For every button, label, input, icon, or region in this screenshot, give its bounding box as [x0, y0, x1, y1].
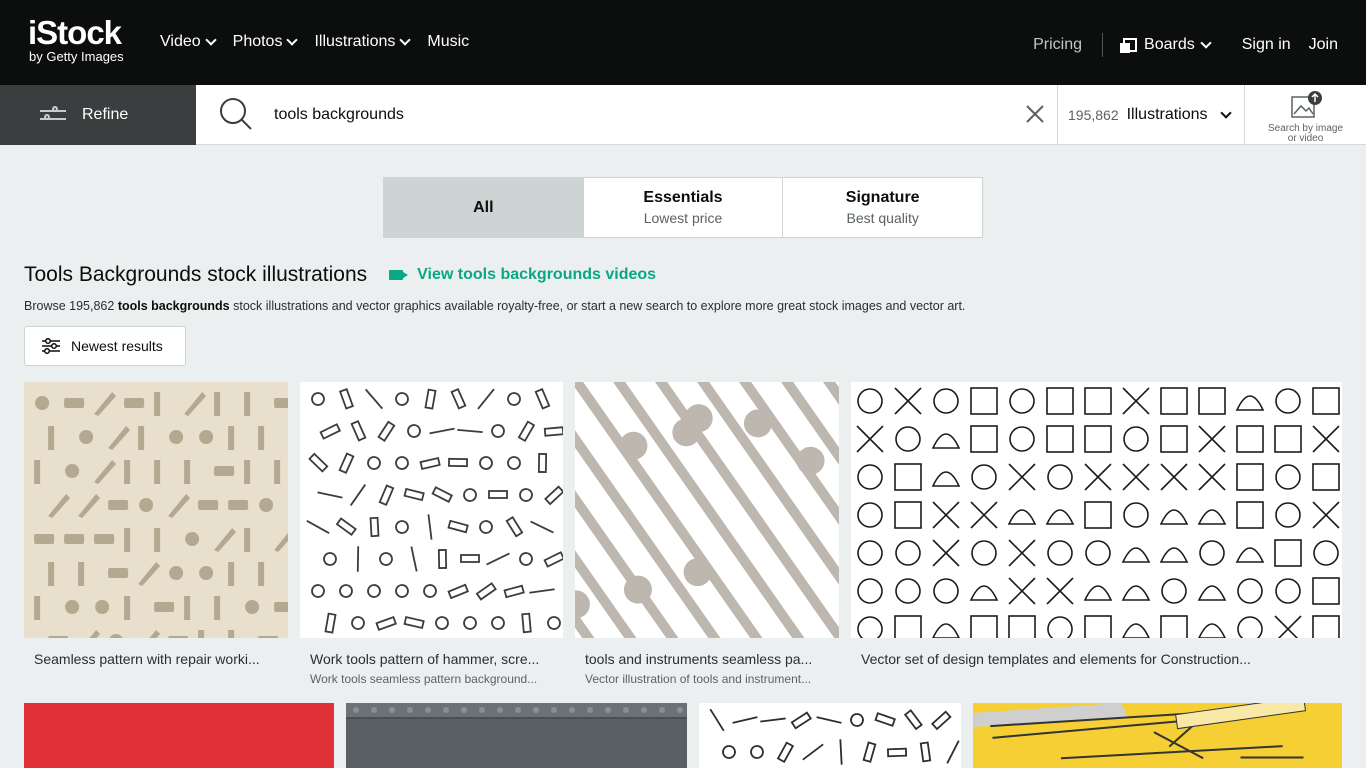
logo-byline: by Getty Images [29, 49, 124, 64]
results-description: Browse 195,862 tools backgrounds stock i… [24, 299, 965, 313]
nav-music-label: Music [427, 33, 470, 50]
view-videos-link[interactable]: View tools backgrounds videos [389, 266, 656, 284]
sign-in-link[interactable]: Sign in [1242, 36, 1291, 54]
search-icon[interactable] [218, 96, 254, 132]
image-result[interactable] [24, 382, 288, 638]
nav-photos-label: Photos [232, 33, 283, 50]
pattern-artwork [973, 703, 1307, 760]
image-result[interactable] [575, 382, 839, 638]
asset-type-select[interactable]: 195,862 Illustrations [1057, 85, 1244, 145]
view-videos-label: View tools backgrounds videos [417, 266, 657, 283]
pattern-artwork [24, 703, 334, 768]
desc-text-rest: stock illustrations and vector graphics … [229, 299, 966, 313]
pricing-link[interactable]: Pricing [1033, 36, 1082, 54]
tab-signature-title: Signature [845, 189, 920, 206]
video-camera-icon [389, 270, 409, 280]
tab-essentials-title: Essentials [643, 189, 723, 206]
boards-menu[interactable]: Boards [1120, 36, 1212, 54]
tab-all-title: All [473, 198, 494, 216]
chevron-down-icon [399, 34, 412, 46]
page-title: Tools Backgrounds stock illustrations [24, 263, 368, 286]
image-result[interactable] [699, 703, 961, 768]
tab-essentials[interactable]: Essentials Lowest price [584, 178, 784, 237]
pattern-artwork [34, 392, 288, 638]
tab-essentials-subtitle: Lowest price [643, 210, 723, 226]
image-caption[interactable]: Vector set of design templates and eleme… [861, 651, 1336, 667]
desc-text: Browse 195,862 [24, 299, 118, 313]
search-by-image-label-2: or video [1287, 133, 1324, 144]
image-subcaption: Work tools seamless pattern background..… [310, 672, 538, 686]
nav-illustrations[interactable]: Illustrations [314, 33, 412, 51]
istock-logo[interactable]: iStock by Getty Images [28, 16, 124, 64]
nav-photos[interactable]: Photos [232, 33, 299, 51]
search-bar: Refine 195,862 Illustrations Search by i… [0, 85, 1366, 145]
tab-all[interactable]: All [384, 178, 584, 237]
result-count: 195,862 [1068, 107, 1119, 123]
image-caption[interactable]: Work tools pattern of hammer, scre... [310, 651, 560, 667]
image-caption[interactable]: Seamless pattern with repair worki... [34, 651, 284, 667]
tab-signature-subtitle: Best quality [846, 210, 919, 226]
image-upload-icon [1290, 91, 1322, 118]
clear-search-icon[interactable] [1024, 103, 1046, 125]
desc-keyword: tools backgrounds [117, 299, 230, 313]
boards-label: Boards [1144, 36, 1195, 53]
search-by-image-button[interactable]: Search by image or video [1244, 85, 1366, 145]
pattern-artwork [306, 387, 563, 634]
nav-video[interactable]: Video [160, 33, 217, 51]
main-nav: Video Photos Illustrations Music [160, 33, 469, 51]
search-input[interactable] [264, 99, 1004, 131]
filter-sliders-icon [40, 106, 66, 124]
chevron-down-icon [1200, 37, 1212, 49]
image-result[interactable] [346, 703, 687, 768]
top-navigation-bar: iStock by Getty Images Video Photos Illu… [0, 0, 1366, 85]
image-caption[interactable]: tools and instruments seamless pa... [585, 651, 835, 667]
image-result[interactable] [24, 703, 334, 768]
license-tabs: All Essentials Lowest price Signature Be… [383, 177, 983, 238]
nav-illustrations-label: Illustrations [314, 33, 396, 50]
sort-label: Newest results [71, 338, 163, 354]
image-result[interactable] [973, 703, 1342, 768]
chevron-down-icon [286, 34, 299, 46]
account-nav: Pricing Boards Sign in Join [1033, 33, 1338, 57]
boards-icon [1120, 38, 1138, 53]
nav-divider [1102, 33, 1104, 57]
image-result[interactable] [300, 382, 563, 638]
pattern-artwork [575, 382, 839, 638]
logo-wordmark: iStock [28, 14, 122, 51]
chevron-down-icon [1219, 107, 1232, 119]
image-subcaption: Vector illustration of tools and instrum… [585, 672, 812, 686]
nav-video-label: Video [160, 33, 201, 50]
nav-music[interactable]: Music [427, 33, 469, 51]
join-link[interactable]: Join [1309, 36, 1338, 54]
refine-label: Refine [82, 106, 129, 123]
pattern-artwork [346, 703, 687, 768]
refine-button[interactable]: Refine [0, 85, 196, 145]
sort-button[interactable]: Newest results [24, 326, 186, 366]
chevron-down-icon [204, 34, 217, 46]
asset-type-label: Illustrations [1126, 106, 1208, 123]
results-heading: Tools Backgrounds stock illustrations Vi… [24, 263, 656, 287]
tab-signature[interactable]: Signature Best quality [783, 178, 982, 237]
pattern-artwork [856, 387, 1340, 638]
pattern-artwork [709, 708, 960, 765]
filter-sliders-icon [42, 338, 60, 354]
image-result[interactable] [851, 382, 1342, 638]
